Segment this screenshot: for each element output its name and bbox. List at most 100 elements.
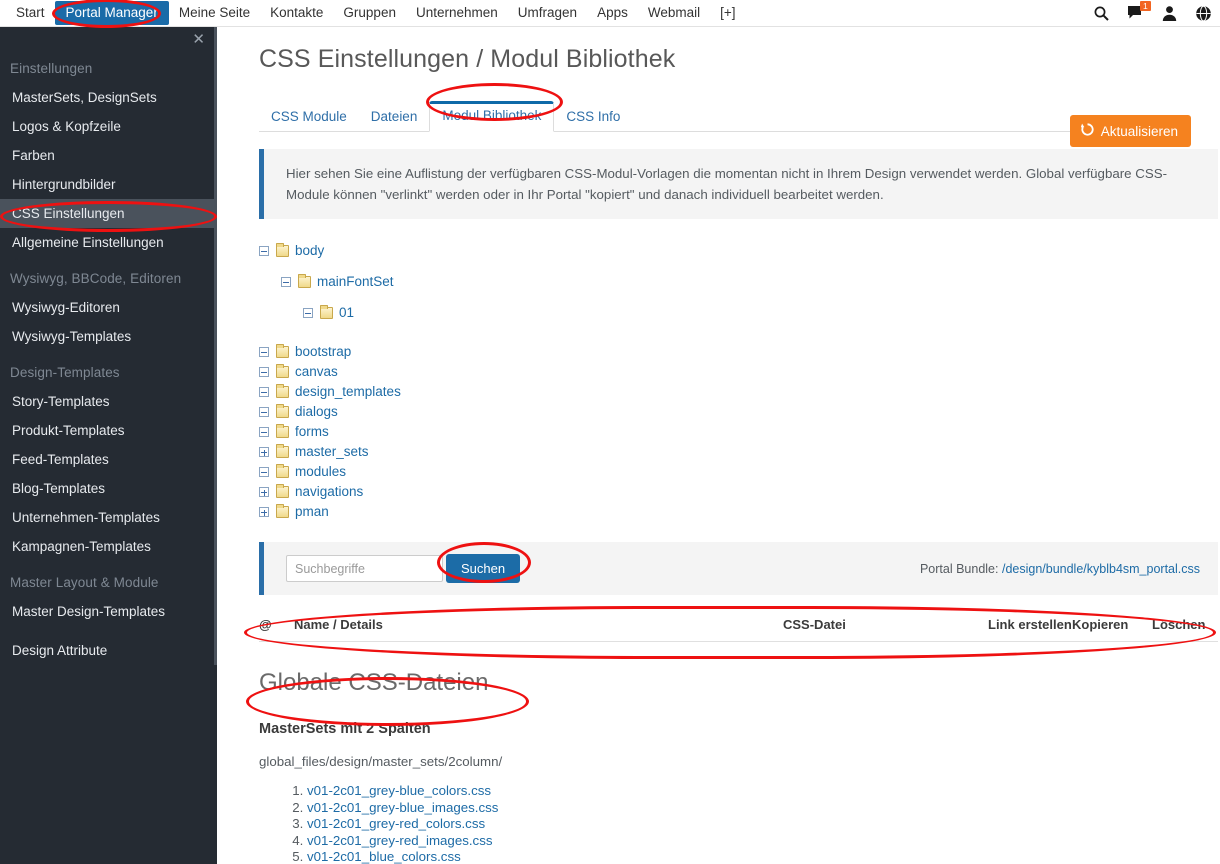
top-nav-item-gruppen[interactable]: Gruppen [333, 1, 406, 25]
sidebar-item-wysiwyg-templates[interactable]: Wysiwyg-Templates [0, 322, 217, 351]
tree-node-label[interactable]: dialogs [295, 404, 338, 420]
global-file-list-item: v01-2c01_grey-blue_colors.css [307, 783, 1189, 800]
sidebar-item-design-attribute[interactable]: Design Attribute [0, 636, 217, 665]
tree-node-label[interactable]: canvas [295, 364, 338, 380]
portal-bundle-link[interactable]: /design/bundle/kyblb4sm_portal.css [1002, 562, 1200, 576]
top-nav-items: Start Portal Manager Meine Seite Kontakte Gr… [0, 0, 746, 27]
folder-icon [298, 274, 311, 288]
tree-node-label[interactable]: design_templates [295, 384, 401, 400]
tree-node: 01 [303, 303, 1220, 323]
sidebar-item-css-einstellungen[interactable]: CSS Einstellungen [0, 199, 217, 228]
top-nav-item-apps[interactable]: Apps [587, 1, 638, 25]
sidebar-item-story-templates[interactable]: Story-Templates [0, 387, 217, 416]
top-nav-item-unternehmen[interactable]: Unternehmen [406, 1, 508, 25]
tree-node-label[interactable]: bootstrap [295, 344, 351, 360]
collapse-icon[interactable] [259, 387, 269, 397]
messages-icon[interactable]: 1 [1127, 1, 1151, 22]
tab-css-info[interactable]: CSS Info [554, 103, 632, 132]
global-file-link[interactable]: v01-2c01_blue_colors.css [307, 849, 461, 864]
global-file-link[interactable]: v01-2c01_grey-blue_images.css [307, 800, 498, 815]
expand-icon[interactable] [259, 507, 269, 517]
user-icon[interactable] [1161, 5, 1178, 22]
sidebar-item-produkt-templates[interactable]: Produkt-Templates [0, 416, 217, 445]
sidebar-item-master-design-templates[interactable]: Master Design-Templates [0, 597, 217, 626]
collapse-icon[interactable] [259, 246, 269, 256]
sidebar-item-logos-kopfzeile[interactable]: Logos & Kopfzeile [0, 112, 217, 141]
messages-badge: 1 [1140, 1, 1151, 11]
search-button[interactable]: Suchen [446, 554, 521, 583]
portal-bundle-label: Portal Bundle: [919, 561, 999, 576]
tree-node-label[interactable]: master_sets [295, 444, 369, 460]
global-file-link[interactable]: v01-2c01_grey-red_images.css [307, 833, 493, 848]
global-file-link[interactable]: v01-2c01_grey-red_colors.css [307, 816, 485, 831]
sidebar-item-blog-templates[interactable]: Blog-Templates [0, 474, 217, 503]
tree-node-label[interactable]: mainFontSet [317, 274, 394, 290]
table-header-copy: Kopieren [1072, 617, 1129, 632]
collapse-icon[interactable] [303, 308, 313, 318]
top-nav-item-kontakte[interactable]: Kontakte [260, 1, 333, 25]
collapse-icon[interactable] [259, 467, 269, 477]
refresh-button[interactable]: Aktualisieren [1069, 115, 1191, 147]
sidebar: ✕ Einstellungen MasterSets, DesignSets Log… [0, 27, 217, 864]
collapse-icon[interactable] [259, 407, 269, 417]
folder-icon [276, 243, 289, 257]
tree-node-label[interactable]: forms [295, 424, 329, 440]
folder-icon [276, 464, 289, 478]
mastersets-subheading: MasterSets mit 2 Spalten [259, 721, 431, 737]
table-header-name: Name / Details [294, 617, 383, 632]
refresh-button-label: Aktualisieren [1100, 123, 1178, 139]
global-file-list-item: v01-2c01_grey-blue_images.css [307, 800, 1189, 817]
global-file-link[interactable]: v01-2c01_grey-blue_colors.css [307, 783, 491, 798]
folder-icon [276, 384, 289, 398]
tree-node-label[interactable]: pman [295, 504, 329, 520]
sidebar-content: Einstellungen MasterSets, DesignSets Logos… [0, 27, 217, 665]
sidebar-item-hintergrundbilder[interactable]: Hintergrundbilder [0, 170, 217, 199]
tab-modul-bibliothek[interactable]: Modul Bibliothek [429, 101, 555, 132]
sidebar-item-farben[interactable]: Farben [0, 141, 217, 170]
tree-node: canvas [259, 362, 1220, 382]
globe-icon[interactable] [1195, 5, 1212, 22]
tree-node: pman [259, 502, 1220, 522]
global-files-path: global_files/design/master_sets/2column/ [259, 754, 503, 769]
tab-dateien[interactable]: Dateien [359, 103, 430, 132]
tree-node-label[interactable]: 01 [339, 305, 354, 321]
search-icon[interactable] [1093, 5, 1110, 22]
refresh-icon [1080, 123, 1094, 139]
table-header-css-file: CSS-Datei [783, 617, 846, 632]
sidebar-item-unternehmen-templates[interactable]: Unternehmen-Templates [0, 503, 217, 532]
folder-icon [276, 364, 289, 378]
collapse-icon[interactable] [281, 277, 291, 287]
tab-css-module[interactable]: CSS Module [259, 103, 359, 132]
expand-icon[interactable] [259, 487, 269, 497]
collapse-icon[interactable] [259, 427, 269, 437]
top-nav-item-[interactable]: [+] [710, 1, 745, 25]
top-nav-item-webmail[interactable]: Webmail [638, 1, 710, 25]
sidebar-item-allgemeine-einstellungen[interactable]: Allgemeine Einstellungen [0, 228, 217, 257]
sidebar-item-mastersets-designsets[interactable]: MasterSets, DesignSets [0, 83, 217, 112]
expand-icon[interactable] [259, 447, 269, 457]
close-icon[interactable]: ✕ [192, 32, 205, 47]
sidebar-group-label: Master Layout & Module [10, 575, 159, 590]
top-nav-item-umfragen[interactable]: Umfragen [508, 1, 587, 25]
tree-node-label[interactable]: modules [295, 464, 346, 480]
tree-node: navigations [259, 482, 1220, 502]
global-file-list-item: v01-2c01_blue_colors.css [307, 849, 1189, 864]
top-nav-item-start[interactable]: Start [6, 1, 55, 25]
folder-tree: body mainFontSet 01 bootstrap canvas design_t… [259, 241, 1220, 522]
sidebar-group-label: Einstellungen [10, 61, 93, 76]
sidebar-item-kampagnen-templates[interactable]: Kampagnen-Templates [0, 532, 217, 561]
collapse-icon[interactable] [259, 367, 269, 377]
tree-node-label[interactable]: body [295, 243, 324, 259]
tree-node-label[interactable]: navigations [295, 484, 363, 500]
search-input[interactable] [286, 555, 443, 582]
sidebar-item-feed-templates[interactable]: Feed-Templates [0, 445, 217, 474]
sidebar-group-label: Wysiwyg, BBCode, Editoren [10, 271, 182, 286]
folder-icon [276, 404, 289, 418]
top-nav-item-meine-seite[interactable]: Meine Seite [169, 1, 260, 25]
info-panel-text: Hier sehen Sie eine Auflistung der verfü… [286, 166, 1168, 202]
top-nav-item-portal-manager[interactable]: Portal Manager [54, 1, 169, 25]
sidebar-item-wysiwyg-editoren[interactable]: Wysiwyg-Editoren [0, 293, 217, 322]
collapse-icon[interactable] [259, 347, 269, 357]
portal-bundle: Portal Bundle: /design/bundle/kyblb4sm_p… [920, 562, 1200, 576]
folder-icon [276, 504, 289, 518]
